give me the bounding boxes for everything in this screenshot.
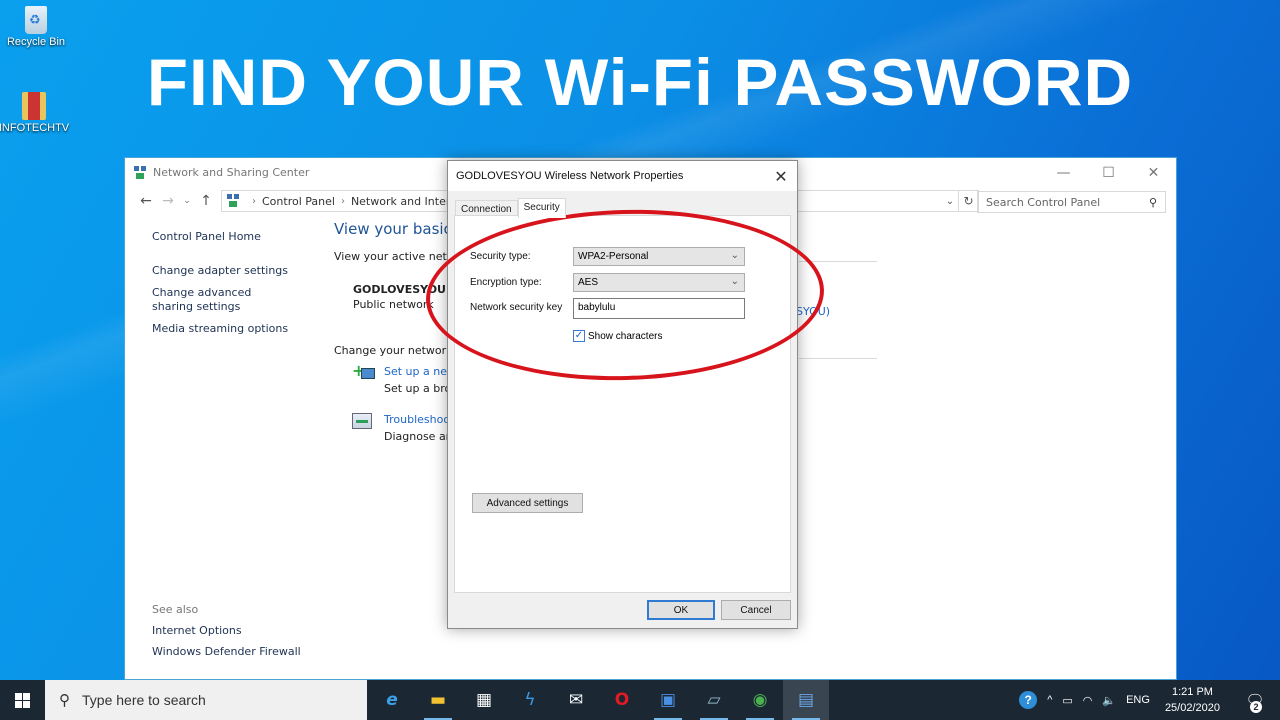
minimize-button[interactable]: —	[1041, 158, 1086, 187]
mail-icon[interactable]: ✉	[553, 680, 599, 720]
breadcrumb-separator: ›	[340, 195, 345, 207]
microsoft-store-icon[interactable]: ▦	[461, 680, 507, 720]
search-icon[interactable]: ⚲	[1149, 196, 1157, 209]
wifi-icon[interactable]: ◠	[1083, 694, 1093, 707]
sidebar: Control Panel Home Change adapter settin…	[152, 230, 292, 336]
connection-link[interactable]: SYOU)	[796, 305, 830, 318]
see-also-defender-firewall[interactable]: Windows Defender Firewall	[152, 645, 301, 658]
security-type-label: Security type:	[470, 251, 531, 262]
advanced-settings-button[interactable]: Advanced settings	[472, 493, 583, 513]
taskbar: ⚲ Type here to search e ▬ ▦ ϟ ✉ O ▣ ▱ ◉ …	[0, 680, 1280, 720]
lightning-app-icon[interactable]: ϟ	[507, 680, 553, 720]
ok-button[interactable]: OK	[647, 600, 715, 620]
up-button[interactable]: ↑	[195, 193, 217, 209]
file-explorer-icon[interactable]: ▬	[415, 680, 461, 720]
show-characters-checkbox[interactable]: ✓	[573, 330, 585, 342]
dialog-titlebar: GODLOVESYOU Wireless Network Properties	[448, 161, 797, 191]
encryption-type-select[interactable]: AES ⌄	[573, 273, 745, 292]
chevron-down-icon: ⌄	[730, 250, 739, 261]
taskbar-search-placeholder: Type here to search	[82, 692, 206, 708]
dialog-title: GODLOVESYOU Wireless Network Properties	[456, 170, 684, 182]
recycle-bin-icon	[25, 6, 47, 34]
see-also-header: See also	[152, 603, 199, 616]
start-button[interactable]	[0, 680, 45, 720]
address-dropdown-button[interactable]: ⌄	[942, 196, 958, 207]
notification-count-badge: 2	[1250, 701, 1262, 713]
dialog-close-button[interactable]: ✕	[765, 161, 797, 191]
security-panel: Security type: WPA2-Personal ⌄ Encryptio…	[454, 215, 791, 593]
control-panel-taskbar-icon[interactable]: ▤	[783, 680, 829, 720]
see-also-internet-options[interactable]: Internet Options	[152, 624, 301, 637]
clock-time: 1:21 PM	[1171, 686, 1213, 698]
search-control-panel-input[interactable]: Search Control Panel ⚲	[977, 191, 1166, 213]
desktop-icon-label: INFOTECHTV	[0, 122, 70, 134]
network-key-input[interactable]: babylulu	[573, 298, 745, 319]
clock[interactable]: 1:21 PM 25/02/2020	[1165, 684, 1220, 716]
forward-button[interactable]: →	[157, 193, 179, 209]
show-characters-label[interactable]: Show characters	[588, 331, 662, 342]
encryption-type-label: Encryption type:	[470, 277, 542, 288]
system-tray: ? ^ ▭ ◠ 🔈 ENG 1:21 PM 25/02/2020 🗨 2	[1014, 684, 1280, 716]
volume-icon[interactable]: 🔈	[1102, 694, 1116, 707]
encryption-type-value: AES	[578, 277, 599, 288]
close-button[interactable]: ✕	[1131, 158, 1176, 187]
breadcrumb-control-panel[interactable]: Control Panel	[262, 195, 335, 208]
maximize-button[interactable]: ☐	[1086, 158, 1131, 187]
help-icon[interactable]: ?	[1019, 691, 1038, 709]
app-window-icon[interactable]: ▣	[645, 680, 691, 720]
control-panel-icon	[226, 194, 240, 208]
search-placeholder: Search Control Panel	[986, 195, 1101, 209]
sidebar-item-change-adapter-settings[interactable]: Change adapter settings	[152, 264, 292, 278]
wireless-properties-dialog: GODLOVESYOU Wireless Network Properties …	[447, 160, 798, 629]
security-type-value: WPA2-Personal	[578, 251, 649, 262]
chevron-down-icon: ⌄	[730, 276, 739, 287]
breadcrumb-separator: ›	[252, 195, 256, 207]
divider	[799, 261, 877, 262]
sidebar-item-media-streaming[interactable]: Media streaming options	[152, 322, 292, 336]
opera-icon[interactable]: O	[599, 680, 645, 720]
troubleshoot-icon	[352, 413, 372, 429]
action-center-button[interactable]: 🗨 2	[1235, 691, 1275, 713]
battery-icon[interactable]: ▭	[1062, 694, 1072, 707]
video-headline: FIND YOUR Wi-Fi PASSWORD	[146, 45, 1134, 119]
divider	[799, 358, 877, 359]
tab-security[interactable]: Security	[517, 198, 566, 218]
windows-logo-icon	[15, 692, 30, 708]
window-title: Network and Sharing Center	[153, 166, 310, 179]
network-key-label: Network security key	[470, 302, 563, 313]
network-icon	[133, 165, 147, 180]
taskbar-apps: e ▬ ▦ ϟ ✉ O ▣ ▱ ◉ ▤	[369, 680, 829, 720]
taskbar-search-box[interactable]: ⚲ Type here to search	[45, 680, 367, 720]
search-icon: ⚲	[59, 692, 70, 709]
sidebar-item-control-panel-home[interactable]: Control Panel Home	[152, 230, 292, 244]
chrome-icon[interactable]: ◉	[737, 680, 783, 720]
back-button[interactable]: ←	[135, 193, 157, 209]
show-hidden-icons-chevron[interactable]: ^	[1047, 694, 1052, 706]
refresh-button[interactable]: ↻	[959, 190, 979, 212]
notepad-icon[interactable]: ▱	[691, 680, 737, 720]
clock-date: 25/02/2020	[1164, 702, 1220, 714]
setup-connection-icon	[352, 361, 375, 385]
desktop-icon-recycle-bin[interactable]: Recycle Bin	[0, 6, 72, 48]
see-also-section: See also Internet Options Windows Defend…	[152, 603, 301, 666]
internet-explorer-icon[interactable]: e	[369, 680, 415, 720]
security-type-select[interactable]: WPA2-Personal ⌄	[573, 247, 745, 266]
recent-locations-button[interactable]: ⌄	[179, 196, 195, 206]
show-characters-row: ✓ Show characters	[573, 330, 662, 342]
language-indicator[interactable]: ENG	[1126, 694, 1150, 706]
cancel-button[interactable]: Cancel	[721, 600, 791, 620]
sidebar-item-change-advanced-sharing[interactable]: Change advanced sharing settings	[152, 286, 292, 314]
